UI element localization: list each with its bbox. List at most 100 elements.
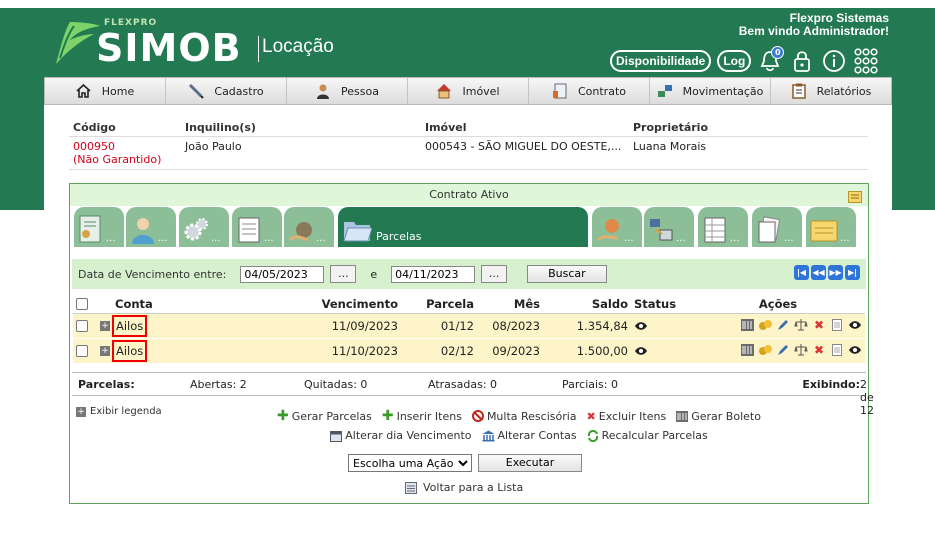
tab-configuracao[interactable]: ...	[179, 207, 229, 247]
account-name[interactable]: Ailos	[112, 339, 148, 362]
delete-icon[interactable]: ✖	[812, 343, 826, 357]
nav-cadastro[interactable]: Cadastro	[166, 78, 287, 104]
eye-icon[interactable]	[634, 346, 648, 356]
info-button[interactable]	[821, 48, 847, 74]
col-parcela[interactable]: Parcela	[401, 295, 477, 314]
boleto-icon[interactable]	[740, 318, 754, 332]
tab-placeholder: ...	[624, 233, 634, 244]
cell-parcela: 02/12	[401, 338, 477, 364]
date-to-input[interactable]	[391, 265, 476, 283]
nav-movimentacao[interactable]: Movimentação	[650, 78, 771, 104]
availability-button[interactable]: Disponibilidade	[610, 50, 712, 72]
execute-button[interactable]: Executar	[478, 454, 582, 472]
change-accounts-link[interactable]: Alterar Contas	[482, 429, 577, 442]
cell-saldo: 1.500,00	[543, 338, 631, 364]
delete-items-link[interactable]: ✖ Excluir Itens	[587, 408, 667, 424]
expand-icon[interactable]: +	[100, 321, 110, 331]
coins-icon[interactable]	[758, 318, 772, 332]
cell-mes: 08/2023	[477, 313, 543, 339]
contract-code[interactable]: 000950	[73, 140, 177, 153]
generate-installments-link[interactable]: ✚ Gerar Parcelas	[277, 408, 372, 424]
search-button[interactable]: Buscar	[527, 265, 607, 283]
date-to-picker-button[interactable]: ...	[481, 265, 508, 283]
nav-relatorios[interactable]: Relatórios	[771, 78, 891, 104]
date-from-input[interactable]	[240, 265, 325, 283]
plus-icon: ✚	[277, 408, 289, 424]
apps-button[interactable]	[853, 48, 879, 74]
document-icon[interactable]	[830, 318, 844, 332]
prev-page-icon[interactable]: ◀◀	[811, 265, 826, 280]
tab-notas[interactable]: ...	[806, 207, 856, 247]
view-icon[interactable]	[848, 318, 862, 332]
view-icon[interactable]	[848, 343, 862, 357]
col-vencimento[interactable]: Vencimento	[301, 295, 401, 314]
tab-pagamentos[interactable]: ...	[592, 207, 642, 247]
nav-pessoa[interactable]: Pessoa	[287, 78, 408, 104]
edit-icon[interactable]	[776, 318, 790, 332]
boleto-icon[interactable]	[740, 343, 754, 357]
row-select-cell	[73, 313, 91, 339]
insert-items-link[interactable]: ✚ Inserir Itens	[382, 408, 462, 424]
scale-icon[interactable]	[794, 343, 808, 357]
generate-boleto-link[interactable]: Gerar Boleto	[676, 408, 761, 424]
tab-placeholder: ...	[316, 233, 326, 244]
tab-documento[interactable]: ...	[74, 207, 124, 247]
log-button[interactable]: Log	[717, 50, 752, 72]
row-checkbox[interactable]	[76, 345, 88, 357]
contract-icon	[552, 83, 568, 99]
installments-table: Conta Vencimento Parcela Mês Saldo Statu…	[73, 295, 865, 364]
tab-label: Parcelas	[376, 230, 422, 243]
tab-transferencia[interactable]: ...	[644, 207, 694, 247]
nav-imovel[interactable]: Imóvel	[408, 78, 529, 104]
cell-vencimento: 11/09/2023	[301, 313, 401, 339]
scale-icon[interactable]	[794, 318, 808, 332]
coins-icon[interactable]	[758, 343, 772, 357]
select-all-checkbox[interactable]	[76, 298, 88, 311]
link-label: Gerar Parcelas	[291, 409, 372, 423]
tab-checklist[interactable]: ...	[232, 207, 282, 247]
tab-documentos[interactable]: ...	[752, 207, 802, 247]
logo[interactable]: FLEXPRO SIMOB Locação	[52, 16, 352, 70]
back-to-list-link[interactable]: Voltar para a Lista	[405, 481, 523, 494]
eye-icon[interactable]	[634, 321, 648, 331]
expand-icon[interactable]: +	[100, 346, 110, 356]
change-due-day-link[interactable]: Alterar dia Vencimento	[330, 429, 472, 442]
filter-label: Data de Vencimento entre:	[78, 267, 227, 281]
next-page-icon[interactable]: ▶▶	[828, 265, 843, 280]
notification-badge: 0	[771, 46, 785, 59]
tab-extrato[interactable]: ...	[698, 207, 748, 247]
date-from-picker-button[interactable]: ...	[330, 265, 357, 283]
legend-toggle[interactable]: + Exibir legenda	[76, 406, 162, 417]
tab-parcelas[interactable]: Parcelas	[338, 207, 588, 247]
lock-button[interactable]	[789, 48, 815, 74]
tab-financeiro[interactable]: ...	[284, 207, 334, 247]
col-mes[interactable]: Mês	[477, 295, 543, 314]
nav-contrato[interactable]: Contrato	[529, 78, 650, 104]
action-select[interactable]: Escolha uma Ação	[348, 454, 472, 472]
recalculate-installments-link[interactable]: Recalcular Parcelas	[587, 429, 708, 442]
document-icon[interactable]	[830, 343, 844, 357]
row-checkbox[interactable]	[76, 320, 88, 332]
company-info: Flexpro Sistemas Bem vindo Administrador…	[739, 12, 889, 38]
link-label: Multa Rescisória	[486, 409, 577, 423]
cell-saldo: 1.354,84	[543, 313, 631, 339]
col-conta[interactable]: Conta	[91, 295, 301, 314]
summary-quitadas: Quitadas: 0	[304, 377, 368, 391]
spreadsheet-icon	[704, 217, 726, 243]
col-saldo[interactable]: Saldo	[543, 295, 631, 314]
first-page-icon[interactable]: |◀	[794, 265, 809, 280]
person-icon	[132, 218, 154, 244]
top-strip	[0, 0, 935, 8]
last-page-icon[interactable]: ▶|	[845, 265, 860, 280]
header-actions: Disponibilidade Log 0	[610, 46, 879, 76]
edit-icon[interactable]	[776, 343, 790, 357]
forbidden-icon	[471, 410, 484, 422]
delete-icon[interactable]: ✖	[812, 318, 826, 332]
tab-inquilino[interactable]: ...	[126, 207, 176, 247]
nav-home[interactable]: Home	[45, 78, 166, 104]
notifications-button[interactable]: 0	[757, 46, 785, 74]
account-name[interactable]: Ailos	[112, 314, 148, 337]
bank-icon	[482, 430, 494, 441]
person-icon	[315, 83, 331, 99]
termination-fine-link[interactable]: Multa Rescisória	[471, 408, 577, 424]
